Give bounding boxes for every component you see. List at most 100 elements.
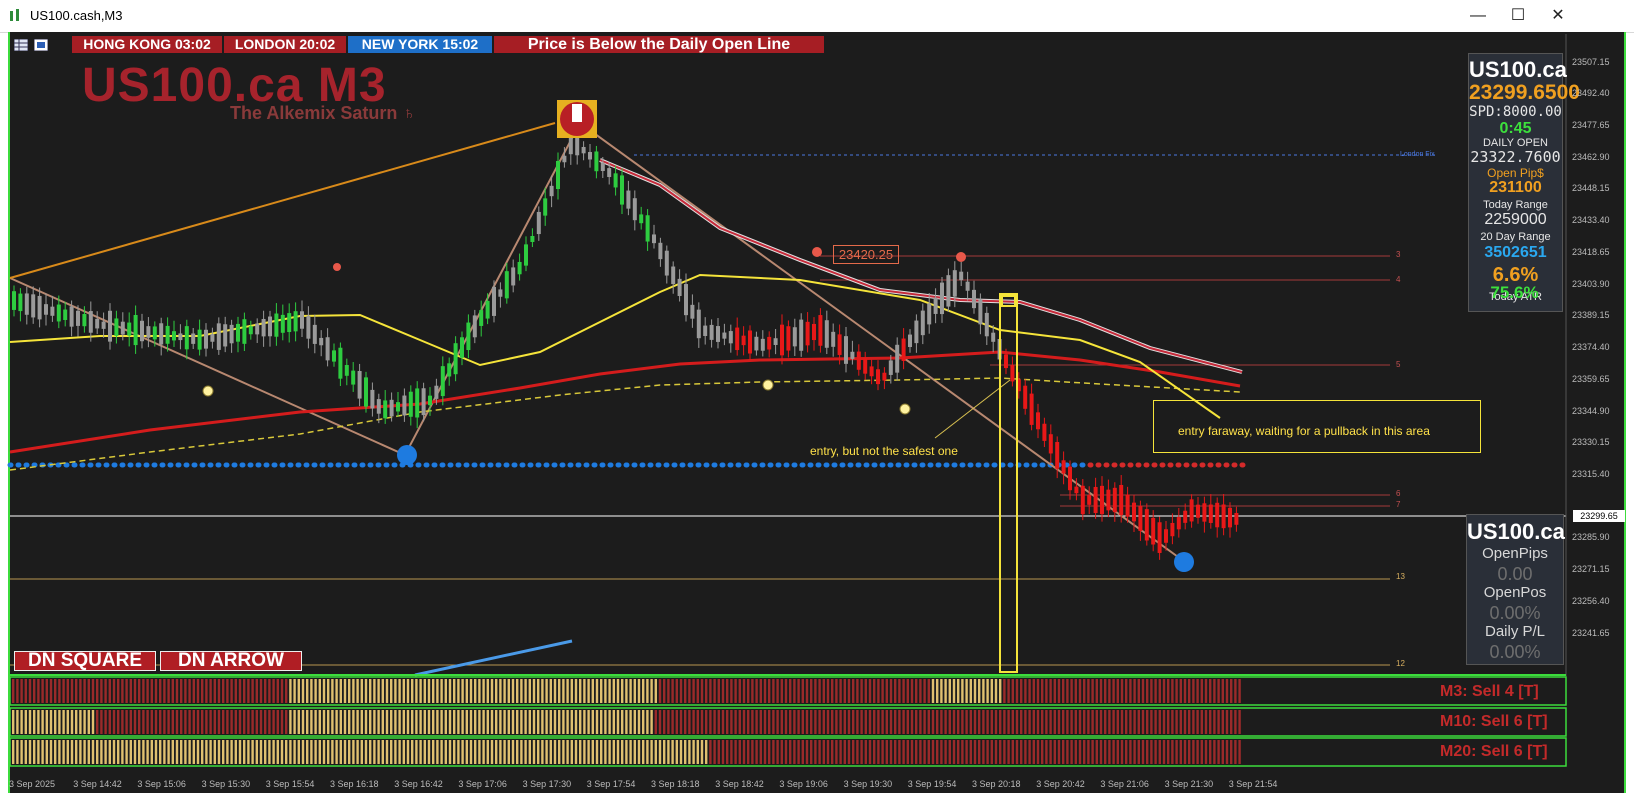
signal-bar [574, 740, 578, 764]
signal-bar [398, 679, 401, 703]
signal-bar [339, 710, 342, 734]
signal-bar [486, 679, 489, 703]
signal-bar [280, 740, 284, 764]
dn-arrow-button[interactable]: DN ARROW [160, 651, 302, 671]
dn-square-button[interactable]: DN SQUARE [14, 651, 156, 671]
signal-bar [1146, 679, 1149, 703]
signal-bar [663, 740, 666, 764]
position-daily-pl-label: Daily P/L [1484, 623, 1546, 640]
signal-bar [1083, 710, 1086, 734]
signal-bar [885, 679, 888, 703]
signal-bar [188, 740, 191, 764]
signal-bar [310, 740, 313, 764]
signal-bar [663, 679, 666, 703]
candle-body [364, 377, 368, 407]
candle-body [805, 321, 810, 346]
signal-bar [381, 710, 384, 734]
signal-bar [1183, 710, 1187, 734]
signal-bar [537, 740, 540, 764]
signal-bar [108, 740, 111, 764]
signal-bar [457, 679, 460, 703]
screenshot-icon[interactable] [34, 39, 48, 51]
signal-bar [881, 740, 884, 764]
signal-bar [906, 740, 909, 764]
signal-bar [1078, 740, 1082, 764]
signal-bar [961, 679, 964, 703]
maximize-button[interactable]: ☐ [1498, 4, 1538, 28]
candle-body [1208, 504, 1213, 523]
signal-bar [1221, 679, 1224, 703]
signal-bar [558, 710, 561, 734]
signal-bar [66, 710, 69, 734]
candle-body [652, 234, 656, 244]
signal-bar [1083, 740, 1086, 764]
signal-bar [906, 710, 909, 734]
candle-body [965, 281, 970, 291]
signal-bar [986, 679, 989, 703]
signal-bar [486, 740, 489, 764]
signal-bar [1133, 740, 1136, 764]
candle-body [722, 332, 727, 339]
signal-bar [268, 710, 271, 734]
signal-bar [763, 710, 767, 734]
signal-bar [709, 679, 712, 703]
minimize-button[interactable]: — [1458, 4, 1498, 28]
candle-body [1074, 486, 1079, 494]
candle-body [120, 321, 125, 335]
signal-bar [944, 740, 947, 764]
candle-body [498, 289, 503, 297]
signal-bar [482, 710, 485, 734]
signal-bar [826, 740, 830, 764]
signal-bar [826, 679, 830, 703]
signal-bar [285, 679, 288, 703]
signal-bar [154, 710, 158, 734]
signal-bar [763, 740, 767, 764]
signal-bar [1200, 679, 1203, 703]
signal-bar [1183, 679, 1187, 703]
candle-body [1100, 485, 1104, 515]
signal-bar [558, 740, 561, 764]
candle-body [901, 338, 906, 361]
price-axis-label: 23462.90 [1572, 152, 1610, 162]
close-button[interactable]: ✕ [1538, 4, 1578, 28]
signal-bar [184, 740, 187, 764]
signal-bar [377, 740, 380, 764]
signal-bar [1171, 679, 1174, 703]
signal-bar [444, 710, 447, 734]
signal-bar [226, 740, 229, 764]
signal-bar [940, 740, 943, 764]
signal-bar [33, 710, 36, 734]
candle-body [453, 343, 458, 375]
signal-bar [705, 679, 708, 703]
signal-bar [503, 710, 506, 734]
candle-body [1170, 522, 1175, 537]
signal-bar [1083, 679, 1086, 703]
signal-bar [54, 679, 57, 703]
signal-bar [146, 740, 149, 764]
signal-bar [952, 740, 956, 764]
signal-bar [1036, 679, 1040, 703]
signal-bar [789, 710, 792, 734]
signal-bar [24, 710, 27, 734]
signal-bar [167, 679, 170, 703]
signal-bar [381, 740, 384, 764]
signal-bar [192, 710, 195, 734]
signal-bar [188, 679, 191, 703]
signal-bar [579, 679, 582, 703]
signal-bar [1238, 710, 1241, 734]
signal-bar [112, 679, 116, 703]
signal-bar [986, 710, 989, 734]
indicator-subtitle: The Alkemix Saturn ♄ [230, 103, 416, 123]
candle-body [1112, 487, 1117, 513]
price-axis-label: 23448.15 [1572, 183, 1610, 193]
info-spread: SPD:8000.00 [1469, 104, 1562, 120]
candle-body [1029, 393, 1034, 425]
signal-bar [465, 679, 468, 703]
signal-bar [461, 710, 464, 734]
signal-bar [692, 740, 695, 764]
signal-bar [1158, 710, 1161, 734]
signal-bar [1099, 710, 1103, 734]
signal-bar [100, 710, 103, 734]
table-icon[interactable] [14, 39, 28, 51]
candle-body [703, 325, 708, 337]
